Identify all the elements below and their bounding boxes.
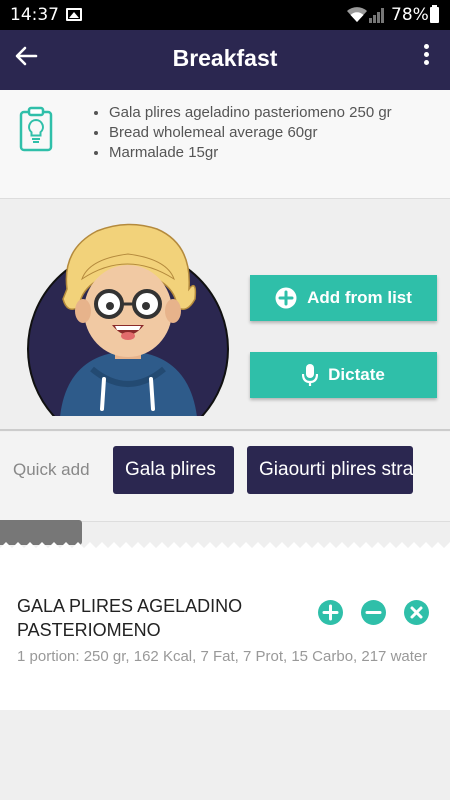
dictate-label: Dictate [328, 365, 385, 384]
increase-portion-button[interactable] [318, 600, 343, 625]
quick-add-chip[interactable]: Gala plires [113, 446, 234, 494]
page-title: Breakfast [172, 45, 278, 71]
battery-percentage: 78% [391, 5, 429, 25]
status-bar: 14:37 78% [0, 0, 450, 30]
microphone-icon [302, 363, 319, 387]
gallery-icon [66, 8, 82, 21]
signal-icon [369, 8, 384, 23]
battery-icon [430, 5, 439, 23]
quick-add-chip[interactable]: Giaourti plires stra [247, 446, 413, 494]
food-item-name: GALA PLIRES AGELADINO PASTERIOMENO [17, 596, 243, 640]
add-from-list-label: Add from list [307, 288, 412, 307]
minus-icon [365, 611, 382, 614]
food-item-card: GALA PLIRES AGELADINO PASTERIOMENO 1 por… [0, 554, 450, 710]
status-time: 14:37 [10, 5, 59, 25]
tips-panel: Gala plires ageladino pasteriomeno 250 g… [0, 90, 450, 199]
tips-list: Gala plires ageladino pasteriomeno 250 g… [92, 103, 392, 163]
avatar-section: Add from list Dictate [0, 199, 450, 431]
add-from-list-button[interactable]: Add from list [250, 275, 437, 321]
plus-icon [322, 604, 339, 621]
food-item-details: 1 portion: 250 gr, 162 Kcal, 7 Fat, 7 Pr… [17, 648, 428, 665]
wifi-icon [347, 7, 367, 22]
avatar-illustration [27, 223, 229, 416]
clipboard-lightbulb-icon [19, 106, 53, 152]
app-bar: Breakfast [0, 30, 450, 90]
close-icon [410, 606, 423, 619]
zigzag-divider [0, 542, 450, 554]
tip-item: Marmalade 15gr [109, 143, 392, 163]
decrease-portion-button[interactable] [361, 600, 386, 625]
plus-circle-icon [275, 287, 297, 309]
quick-add-label: Quick add [13, 460, 90, 479]
tip-item: Gala plires ageladino pasteriomeno 250 g… [109, 103, 392, 123]
dictate-button[interactable]: Dictate [250, 352, 437, 398]
more-options-icon[interactable] [414, 42, 438, 72]
tip-item: Bread wholemeal average 60gr [109, 123, 392, 143]
remove-item-button[interactable] [404, 600, 429, 625]
quick-add-bar: Quick add Gala plires Giaourti plires st… [0, 432, 450, 522]
